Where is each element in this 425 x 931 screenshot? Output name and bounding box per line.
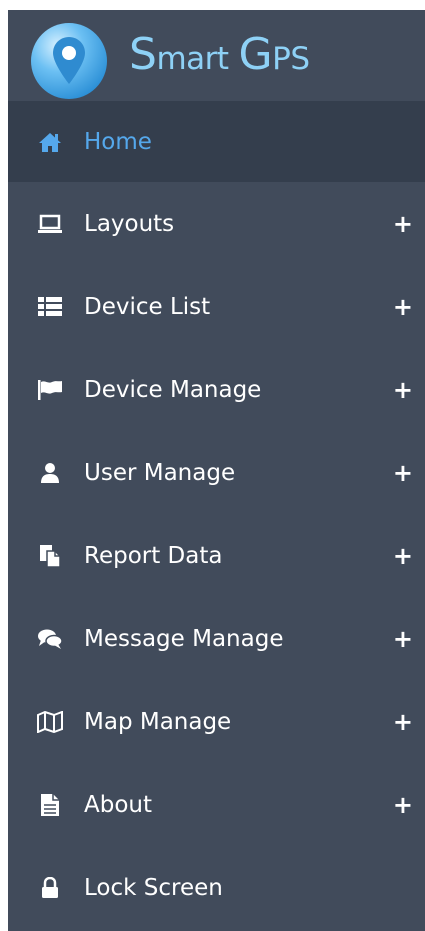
logo-text-g: G <box>238 29 273 80</box>
home-icon <box>36 128 64 156</box>
menu-label-device-list: Device List <box>84 293 211 320</box>
flag-icon <box>36 376 64 404</box>
logo-text-s: S <box>129 29 157 80</box>
sidebar: Smart GPS Home Layouts + Device List + D… <box>8 10 425 931</box>
menu-item-device-manage[interactable]: Device Manage + <box>8 348 425 431</box>
menu-item-lock-screen[interactable]: Lock Screen <box>8 846 425 929</box>
expand-plus-icon[interactable]: + <box>393 292 413 322</box>
copy-icon <box>36 542 64 570</box>
menu-label-user-manage: User Manage <box>84 459 236 486</box>
app-logo[interactable]: Smart GPS <box>8 10 425 101</box>
laptop-icon <box>36 210 64 238</box>
menu-item-message-manage[interactable]: Message Manage + <box>8 597 425 680</box>
menu-label-message-manage: Message Manage <box>84 625 284 652</box>
map-pin-icon <box>31 23 107 99</box>
comments-icon <box>36 625 64 653</box>
menu-item-report-data[interactable]: Report Data + <box>8 514 425 597</box>
menu-item-user-manage[interactable]: User Manage + <box>8 431 425 514</box>
menu-label-layouts: Layouts <box>84 210 175 237</box>
menu-label-home: Home <box>84 128 152 155</box>
logo-text-ps: PS <box>272 41 310 77</box>
menu-item-device-list[interactable]: Device List + <box>8 265 425 348</box>
logo-text-mart: mart <box>156 41 229 77</box>
user-icon <box>36 459 64 487</box>
map-icon <box>36 708 64 736</box>
expand-plus-icon[interactable]: + <box>393 624 413 654</box>
file-icon <box>36 791 64 819</box>
expand-plus-icon[interactable]: + <box>393 790 413 820</box>
menu-label-report-data: Report Data <box>84 542 223 569</box>
menu-item-home[interactable]: Home <box>8 101 425 182</box>
expand-plus-icon[interactable]: + <box>393 375 413 405</box>
menu-item-map-manage[interactable]: Map Manage + <box>8 680 425 763</box>
menu-label-device-manage: Device Manage <box>84 376 262 403</box>
menu-label-map-manage: Map Manage <box>84 708 232 735</box>
nav-menu: Home Layouts + Device List + Device Mana… <box>8 101 425 929</box>
menu-item-about[interactable]: About + <box>8 763 425 846</box>
menu-item-layouts[interactable]: Layouts + <box>8 182 425 265</box>
expand-plus-icon[interactable]: + <box>393 458 413 488</box>
expand-plus-icon[interactable]: + <box>393 541 413 571</box>
app-title: Smart GPS <box>129 33 310 81</box>
list-icon <box>36 293 64 321</box>
expand-plus-icon[interactable]: + <box>393 707 413 737</box>
menu-label-about: About <box>84 791 153 818</box>
lock-icon <box>36 874 64 902</box>
menu-label-lock-screen: Lock Screen <box>84 874 223 901</box>
expand-plus-icon[interactable]: + <box>393 209 413 239</box>
